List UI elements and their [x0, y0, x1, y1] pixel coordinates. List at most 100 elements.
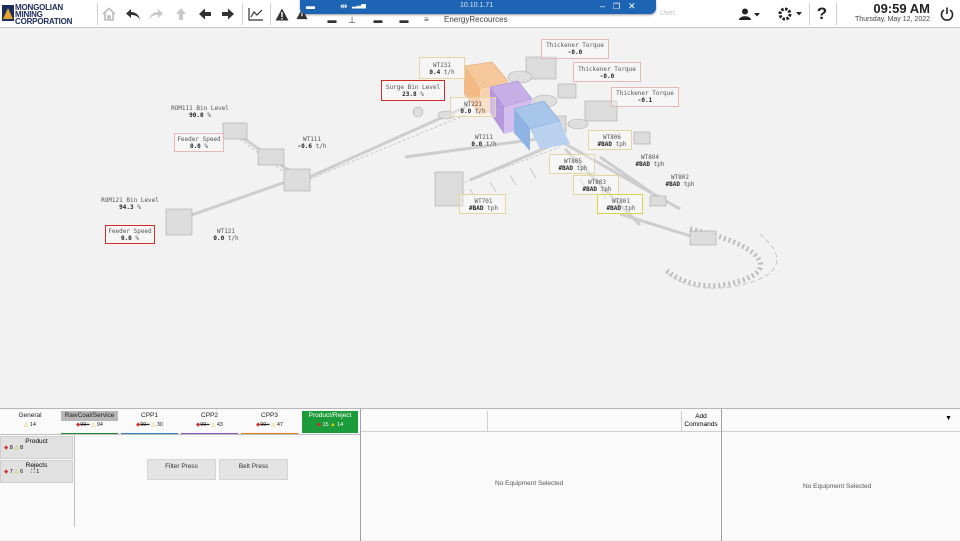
- belt-press-button[interactable]: Belt Press: [219, 459, 288, 480]
- previous-button[interactable]: [195, 4, 215, 24]
- forward-button[interactable]: [146, 4, 166, 24]
- clock: 09:59 AM Thursday, May 12, 2022: [855, 1, 930, 23]
- top-toolbar: MONGOLIAN MINING CORPORATION ▬ ⇹ ▂▃▅ 10.…: [0, 0, 960, 28]
- equipment-detail-empty: No Equipment Selected: [495, 480, 564, 487]
- tag-wt801[interactable]: WT801 #BAD tph: [599, 198, 643, 212]
- faceplate-panel-header: [722, 409, 960, 432]
- trend-chart-icon: [248, 8, 263, 21]
- tag-wt806[interactable]: WT806 #BAD tph: [590, 134, 634, 148]
- gear-icon: [778, 7, 802, 21]
- minimize-icon[interactable]: –: [600, 1, 605, 12]
- bottom-navigation-panel: General △ 14 RawCoal/Service ◆99+ △ 94 C…: [0, 408, 960, 541]
- tag-wt803[interactable]: WT803 #BAD tph: [575, 179, 619, 193]
- power-icon: [940, 7, 954, 21]
- warning-icon: △: [211, 422, 216, 428]
- settings-menu-button[interactable]: [775, 4, 805, 24]
- area-tab-cpp1[interactable]: CPP1 ◆99+ △ 30: [121, 411, 178, 435]
- warning-icon: △: [91, 422, 96, 428]
- subarea-rejects[interactable]: Rejects ◆ 7 △ 6 ⛶ 1: [0, 460, 73, 483]
- close-icon[interactable]: ✕: [628, 1, 636, 12]
- warning-icon: [275, 8, 289, 20]
- area-tab-general[interactable]: General △ 14: [2, 411, 58, 433]
- tag-wt111[interactable]: WT111 -0.6 t/h: [292, 136, 332, 150]
- next-button[interactable]: [218, 4, 238, 24]
- network-icon[interactable]: ⊥: [342, 14, 362, 26]
- clock-date: Thursday, May 12, 2022: [855, 16, 930, 23]
- home-button[interactable]: [99, 4, 119, 24]
- remote-session-bar[interactable]: ▬ ⇹ ▂▃▅ 10.10.1.71 – ❐ ✕: [300, 0, 656, 14]
- restore-icon[interactable]: ❐: [613, 1, 620, 12]
- subarea-product[interactable]: Product ◆ 8 △ 8: [0, 436, 73, 459]
- warning-icon: △: [14, 445, 19, 451]
- surge-bin-dome: [412, 106, 424, 118]
- user-icon: [739, 8, 760, 20]
- tag-wt805[interactable]: WT805 #BAD tph: [551, 158, 595, 172]
- toolbar-item[interactable]: ▬: [322, 14, 342, 26]
- stockpile-building: [689, 230, 717, 246]
- breadcrumb[interactable]: EnergyRecources: [444, 15, 508, 24]
- tag-surge-bin-level[interactable]: Surge Bin Level 23.8 %: [383, 84, 443, 98]
- area-tab-cpp2[interactable]: CPP2 ◆99+ △ 43: [181, 411, 238, 435]
- thickener-1: [507, 70, 533, 84]
- tag-wt802[interactable]: WT802 #BAD tph: [660, 174, 700, 188]
- user-label: User:: [660, 10, 677, 17]
- area-tab-product-reject[interactable]: Product/Reject ◆ 15 ▲ 14: [302, 411, 358, 433]
- left-arrow-icon: [199, 8, 211, 20]
- toolbar-item[interactable]: ▬: [394, 14, 414, 26]
- warning-icon: ▲: [330, 422, 336, 428]
- alarm-diamond-icon: ◆: [4, 469, 9, 475]
- back-button[interactable]: [123, 4, 143, 24]
- tag-wt231[interactable]: WT231 0.4 t/h: [421, 62, 463, 76]
- tag-wt121[interactable]: WT121 0.0 t/h: [208, 228, 244, 242]
- tag-thickener-torque-3[interactable]: Thickener Torque -0.1: [613, 90, 677, 104]
- tag-rom121-bin-level[interactable]: ROM121 Bin Level 94.3 %: [92, 197, 168, 211]
- area-tab-rawcoal-service[interactable]: RawCoal/Service ◆99+ △ 94: [61, 411, 118, 435]
- trend-button[interactable]: [246, 4, 266, 24]
- tag-wt804[interactable]: WT804 #BAD tph: [630, 154, 670, 168]
- wt802-transfer: [649, 195, 667, 207]
- thickener-4: [567, 118, 589, 130]
- plant-diagram: [165, 56, 778, 289]
- thickener-tank-2: [557, 83, 577, 99]
- conveyor-wt701: [469, 142, 556, 182]
- pin-icon[interactable]: ▬: [306, 1, 315, 12]
- signal-icon: ▂▃▅: [352, 3, 366, 9]
- building-wt806: [633, 131, 651, 145]
- process-mimic-canvas: WT231 0.4 t/h Surge Bin Level 23.8 % WT2…: [0, 29, 960, 408]
- toolbar-item[interactable]: ▬: [368, 14, 388, 26]
- help-button[interactable]: ?: [812, 4, 832, 24]
- user-menu-button[interactable]: [735, 4, 765, 24]
- panel-dropdown-icon[interactable]: ▼: [945, 415, 952, 422]
- shelved-icon: ⛶: [30, 469, 35, 475]
- warning-icon: △: [24, 422, 29, 428]
- faceplate-empty: No Equipment Selected: [803, 483, 872, 490]
- tag-rom111-bin-level[interactable]: ROM111 Bin Level 90.0 %: [160, 105, 240, 119]
- alarm-button[interactable]: [272, 4, 292, 24]
- tag-thickener-torque-2[interactable]: Thickener Torque -0.0: [575, 66, 639, 80]
- up-button[interactable]: [171, 4, 191, 24]
- rom111-bin: [222, 122, 248, 140]
- area-tab-cpp3[interactable]: CPP3 ◆99+ △ 47: [241, 411, 298, 435]
- company-logo: MONGOLIAN MINING CORPORATION: [2, 3, 96, 26]
- filter-press-button[interactable]: Filter Press: [147, 459, 216, 480]
- equipment-panel-header: [361, 409, 721, 432]
- warning-icon: △: [14, 469, 19, 475]
- clock-time: 09:59 AM: [873, 1, 930, 16]
- rom121-bin: [165, 208, 193, 236]
- tag-wt221[interactable]: WT221 0.0 t/h: [452, 101, 494, 115]
- right-arrow-icon: [222, 8, 234, 20]
- conveyor-rom121: [179, 175, 301, 221]
- conveyor-wt802: [619, 212, 701, 241]
- tag-thickener-torque-1[interactable]: Thickener Torque -0.0: [543, 42, 607, 56]
- tag-feeder-speed-1[interactable]: Feeder Speed 0.0 %: [176, 136, 222, 150]
- redo-arrow-icon: [149, 9, 163, 20]
- tag-wt211[interactable]: WT211 0.0 t/h: [464, 134, 504, 148]
- alarm-diamond-icon: ◆: [4, 445, 9, 451]
- connection-icon: ⇹: [340, 1, 348, 11]
- power-button[interactable]: [937, 4, 957, 24]
- rom111-feeder: [257, 148, 285, 166]
- home-icon: [102, 7, 116, 21]
- tag-wt701[interactable]: WT701 #BAD tph: [461, 198, 506, 212]
- tag-feeder-speed-2[interactable]: Feeder Speed 0.0 %: [107, 228, 153, 242]
- add-commands-button[interactable]: Add Commands: [683, 413, 719, 429]
